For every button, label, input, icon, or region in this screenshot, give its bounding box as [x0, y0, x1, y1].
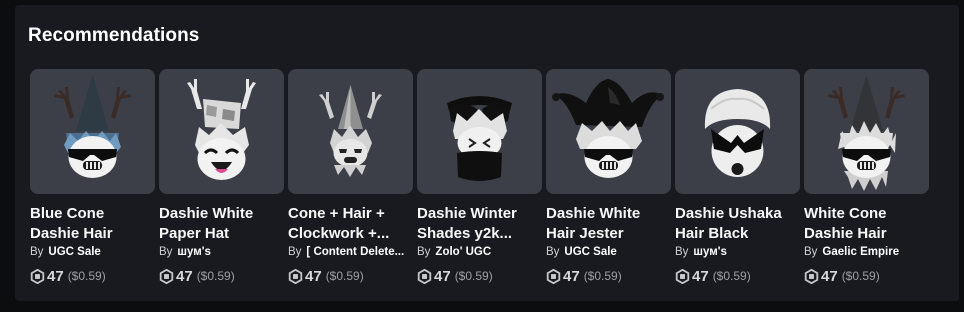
price-amount: 47: [176, 267, 193, 285]
item-creator: By Zolo' UGC: [417, 246, 542, 262]
robux-icon: [30, 268, 45, 284]
creator-link[interactable]: UGC Sale: [48, 246, 100, 258]
jester-hat-image: [552, 79, 664, 178]
item-name[interactable]: Dashie Winter Shades y2k...: [417, 204, 542, 244]
item-thumbnail[interactable]: [417, 69, 542, 194]
price-usd: ($0.59): [67, 269, 106, 283]
item-creator: By шум's: [675, 246, 800, 262]
item-name[interactable]: Cone + Hair + Clockwork +...: [288, 204, 413, 244]
section-title: Recommendations: [28, 25, 200, 46]
price-amount: 47: [821, 267, 838, 285]
item-card[interactable]: Blue Cone Dashie Hair By UGC Sale 47 ($0.…: [30, 69, 155, 289]
item-thumbnail[interactable]: [30, 69, 155, 194]
item-card[interactable]: Dashie White Hair Jester By UGC Sale 47 (…: [546, 69, 671, 289]
item-card[interactable]: Dashie Winter Shades y2k... By Zolo' UGC …: [417, 69, 542, 289]
price-usd: ($0.59): [841, 269, 880, 283]
item-card[interactable]: Cone + Hair + Clockwork +... By [ Content…: [288, 69, 413, 289]
creator-link[interactable]: шум's: [693, 246, 726, 258]
item-price: 47 ($0.59): [417, 267, 493, 285]
by-label: By: [288, 246, 302, 258]
by-label: By: [546, 246, 560, 258]
robux-icon: [288, 268, 303, 284]
white-cone-antler-hair-image: [828, 75, 905, 191]
price-amount: 47: [305, 267, 322, 285]
blue-cone-antler-hair-image: [54, 75, 131, 178]
item-price: 47 ($0.59): [30, 267, 106, 285]
ushaka-hair-black-image: [704, 89, 771, 177]
item-name[interactable]: Dashie White Hair Jester: [546, 204, 671, 244]
winter-shades-mask-image: [447, 96, 512, 181]
item-name[interactable]: Blue Cone Dashie Hair: [30, 204, 155, 244]
by-label: By: [675, 246, 689, 258]
item-thumbnail[interactable]: [159, 69, 284, 194]
by-label: By: [159, 246, 173, 258]
creator-link[interactable]: [ Content Delete...: [306, 246, 404, 258]
price-usd: ($0.59): [196, 269, 235, 283]
item-card[interactable]: Dashie Ushaka Hair Black By шум's 47 ($0.…: [675, 69, 800, 289]
item-thumbnail[interactable]: [288, 69, 413, 194]
robux-icon: [159, 268, 174, 284]
item-thumbnail[interactable]: [804, 69, 929, 194]
price-usd: ($0.59): [454, 269, 493, 283]
robux-icon: [675, 268, 690, 284]
item-price: 47 ($0.59): [546, 267, 622, 285]
by-label: By: [804, 246, 818, 258]
item-creator: By Gaelic Empire: [804, 246, 929, 262]
silver-cone-antlers-image: [319, 85, 382, 177]
item-card[interactable]: White Cone Dashie Hair By Gaelic Empire 4…: [804, 69, 929, 289]
item-creator: By [ Content Delete...: [288, 246, 413, 262]
by-label: By: [417, 246, 431, 258]
creator-link[interactable]: шум's: [177, 246, 210, 258]
item-card[interactable]: Dashie White Paper Hat By шум's 47 ($0.59…: [159, 69, 284, 289]
item-thumbnail[interactable]: [546, 69, 671, 194]
price-amount: 47: [47, 267, 64, 285]
price-usd: ($0.59): [325, 269, 364, 283]
paper-hat-antlers-image: [187, 79, 256, 180]
item-creator: By UGC Sale: [546, 246, 671, 262]
robux-icon: [804, 268, 819, 284]
price-usd: ($0.59): [712, 269, 751, 283]
price-usd: ($0.59): [583, 269, 622, 283]
creator-link[interactable]: Zolo' UGC: [435, 246, 491, 258]
item-price: 47 ($0.59): [804, 267, 880, 285]
price-amount: 47: [434, 267, 451, 285]
item-thumbnail[interactable]: [675, 69, 800, 194]
item-price: 47 ($0.59): [288, 267, 364, 285]
item-price: 47 ($0.59): [675, 267, 751, 285]
item-name[interactable]: Dashie Ushaka Hair Black: [675, 204, 800, 244]
by-label: By: [30, 246, 44, 258]
item-creator: By UGC Sale: [30, 246, 155, 262]
price-amount: 47: [563, 267, 580, 285]
robux-icon: [546, 268, 561, 284]
recommendations-panel: Recommendations Blue Cone Dashie Hair By…: [15, 5, 959, 301]
price-amount: 47: [692, 267, 709, 285]
creator-link[interactable]: UGC Sale: [564, 246, 616, 258]
robux-icon: [417, 268, 432, 284]
item-creator: By шум's: [159, 246, 284, 262]
item-name[interactable]: White Cone Dashie Hair: [804, 204, 929, 244]
item-name[interactable]: Dashie White Paper Hat: [159, 204, 284, 244]
creator-link[interactable]: Gaelic Empire: [822, 246, 899, 258]
item-price: 47 ($0.59): [159, 267, 235, 285]
recommendations-row: Blue Cone Dashie Hair By UGC Sale 47 ($0.…: [30, 69, 950, 294]
